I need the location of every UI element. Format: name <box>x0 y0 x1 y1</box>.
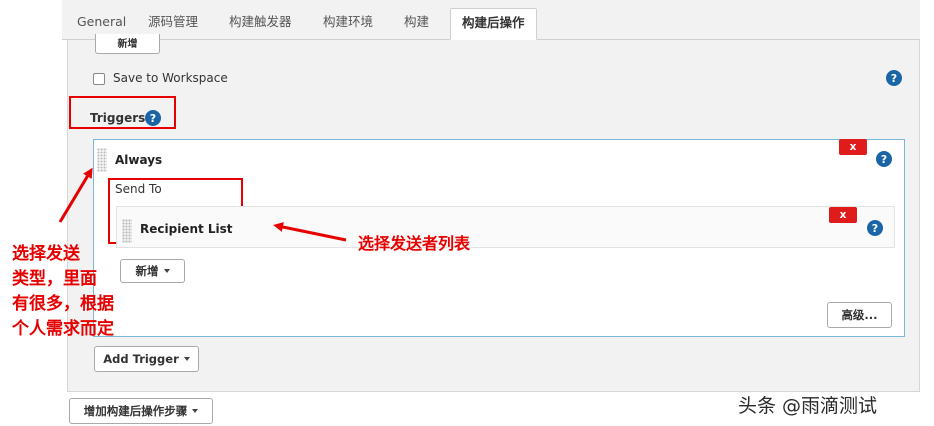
annotation-right: 选择发送者列表 <box>358 234 471 253</box>
annotation-left-line: 个人需求而定 <box>12 319 114 339</box>
arrow-to-recipient-list <box>273 222 347 242</box>
annotation-left: 选择发送 类型，里面 有很多，根据 个人需求而定 <box>12 242 114 342</box>
annotation-arrows <box>58 167 347 242</box>
arrow-to-send-to <box>58 167 93 223</box>
watermark: 头条 @雨滴测试 <box>738 395 878 417</box>
annotation-left-line: 类型，里面 <box>12 269 97 289</box>
annotation-left-line: 选择发送 <box>12 244 80 264</box>
annotation-left-line: 有很多，根据 <box>12 294 114 314</box>
